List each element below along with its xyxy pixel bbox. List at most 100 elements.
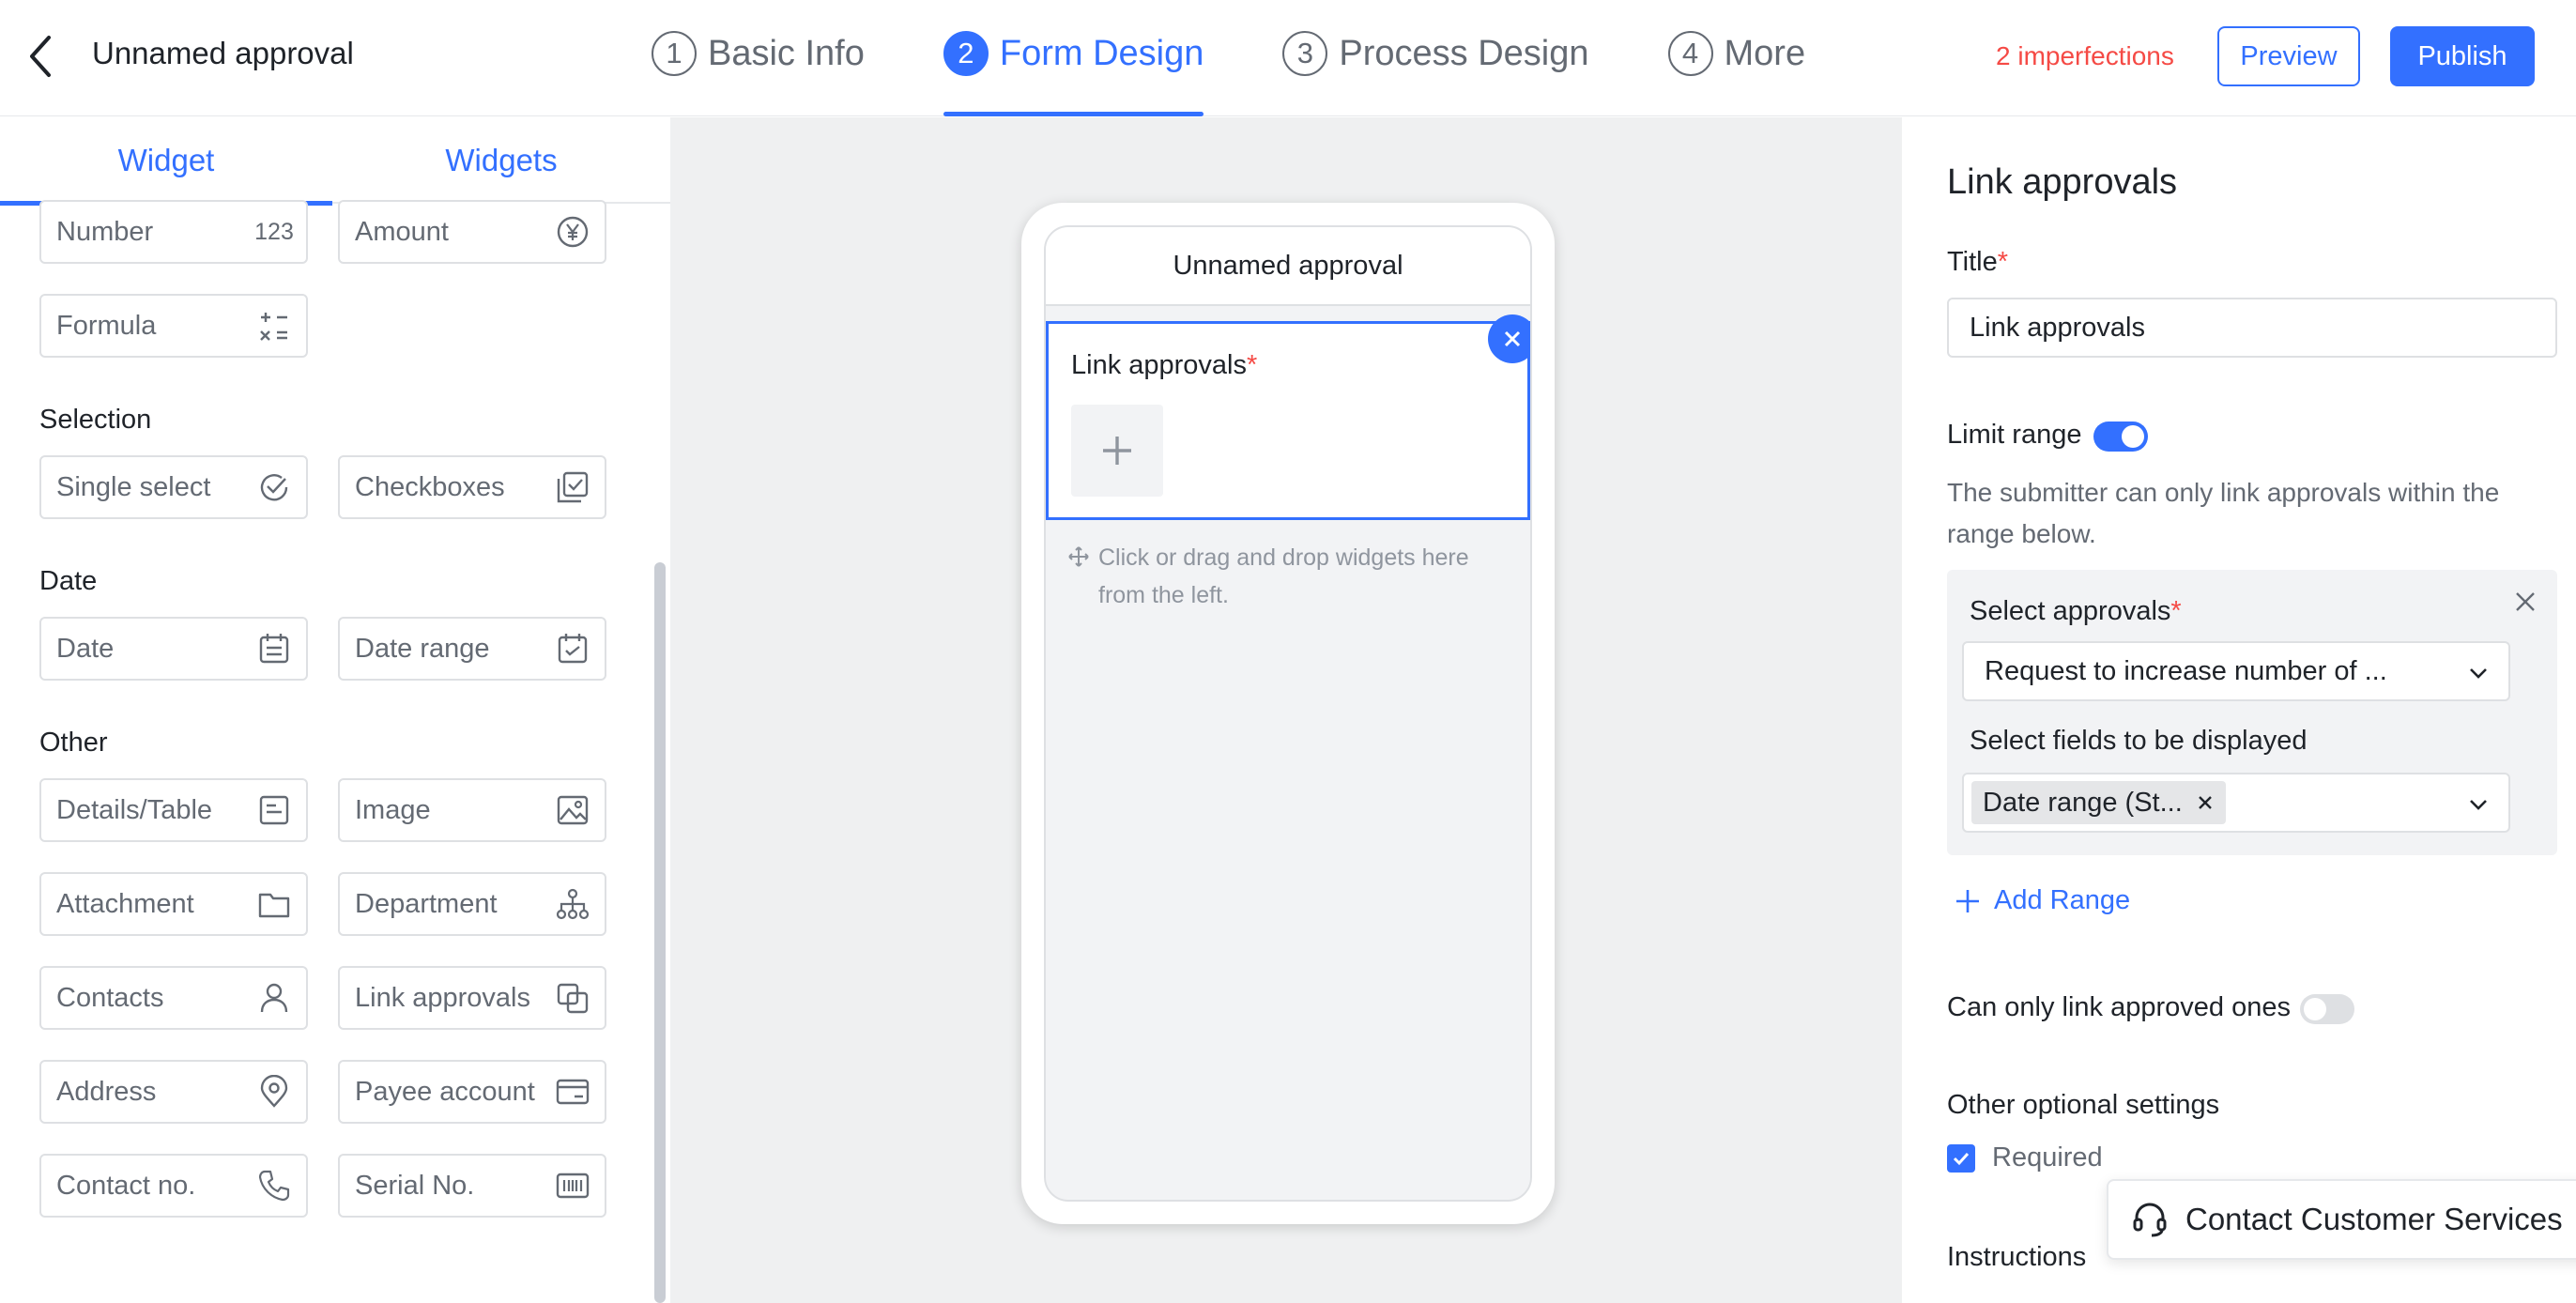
approval-title: Unnamed approval [92, 36, 354, 70]
limit-range-description: The submitter can only link approvals wi… [1947, 478, 2500, 548]
widget-label: Formula [56, 310, 157, 341]
widget-label: Address [56, 1076, 157, 1107]
widget-checkboxes[interactable]: Checkboxes [338, 455, 606, 519]
widget-payee-account[interactable]: Payee account [338, 1060, 606, 1124]
instructions-label: Instructions [1947, 1242, 2087, 1272]
widget-image[interactable]: Image [338, 778, 606, 842]
yen-coin-icon [556, 215, 590, 249]
add-link-button[interactable] [1071, 405, 1163, 497]
section-other: Other [39, 728, 108, 758]
preview-button[interactable]: Preview [2217, 26, 2360, 86]
check-circle-icon [257, 470, 291, 504]
only-approved-label: Can only link approved ones [1947, 992, 2291, 1022]
step-label: More [1724, 33, 1806, 73]
org-chart-icon [556, 887, 590, 921]
step-number: 4 [1667, 31, 1713, 76]
step-label: Basic Info [708, 33, 865, 73]
plus-icon [1955, 888, 1981, 914]
phone-screen: Unnamed approval Link approvals* Click o… [1044, 225, 1532, 1202]
contact-customer-services-button[interactable]: Contact Customer Services [2107, 1179, 2576, 1260]
widget-label: Single select [56, 471, 211, 502]
widget-label: Link approvals [355, 982, 530, 1013]
widget-contacts[interactable]: Contacts [39, 966, 308, 1030]
selected-field-link-approvals[interactable]: Link approvals* [1046, 314, 1530, 520]
drop-hint: Click or drag and drop widgets here from… [1068, 539, 1510, 614]
plus-icon [1103, 437, 1131, 465]
widget-date[interactable]: Date [39, 617, 308, 681]
close-icon [1504, 330, 1521, 347]
step-form-design[interactable]: 2 Form Design [943, 0, 1204, 116]
barcode-icon [556, 1169, 590, 1203]
person-icon [257, 981, 291, 1015]
remove-tag-icon[interactable] [2196, 793, 2215, 812]
widget-label: Amount [355, 216, 449, 247]
widget-panel: Widget Widgets Number 123 Amount Formula… [0, 117, 670, 1303]
step-process-design[interactable]: 3 Process Design [1282, 0, 1589, 116]
widget-single-select[interactable]: Single select [39, 455, 308, 519]
select-fields-dropdown[interactable]: Date range (St... [1962, 773, 2510, 833]
section-date: Date [39, 566, 98, 596]
checkboxes-icon [556, 470, 590, 504]
tab-widgets[interactable]: Widgets [332, 117, 670, 204]
headset-icon [2131, 1201, 2169, 1238]
widget-attachment[interactable]: Attachment [39, 872, 308, 936]
range-config-box: Select approvals* Request to increase nu… [1947, 570, 2557, 855]
calendar-icon [257, 632, 291, 666]
formula-icon [257, 309, 291, 343]
card-icon [556, 1075, 590, 1109]
select-approvals-label: Select approvals* [1970, 596, 2182, 626]
panel-heading: Link approvals [1947, 162, 2178, 202]
step-navigation: 1 Basic Info 2 Form Design 3 Process Des… [652, 0, 1884, 116]
widget-tabs: Widget Widgets [0, 117, 670, 206]
limit-range-label: Limit range [1947, 420, 2082, 450]
form-title: Unnamed approval [1046, 227, 1530, 306]
widget-department[interactable]: Department [338, 872, 606, 936]
widget-address[interactable]: Address [39, 1060, 308, 1124]
folder-icon [257, 887, 291, 921]
panel-scrollbar[interactable] [654, 562, 666, 1303]
number-icon: 123 [254, 218, 294, 245]
select-fields-label: Select fields to be displayed [1970, 726, 2308, 756]
widget-serial-no[interactable]: Serial No. [338, 1154, 606, 1218]
select-approvals-dropdown[interactable]: Request to increase number of ... [1962, 641, 2510, 701]
other-settings-label: Other optional settings [1947, 1090, 2220, 1120]
tab-widget[interactable]: Widget [0, 117, 332, 206]
title-input[interactable]: Link approvals [1947, 298, 2557, 358]
table-icon [257, 793, 291, 827]
property-panel: Link approvals Title* Link approvals Lim… [1902, 117, 2576, 1303]
widget-label: Contact no. [56, 1170, 196, 1201]
widget-formula[interactable]: Formula [39, 294, 308, 358]
section-selection: Selection [39, 405, 152, 435]
publish-button[interactable]: Publish [2390, 26, 2535, 86]
step-more[interactable]: 4 More [1667, 0, 1806, 116]
move-icon [1068, 546, 1089, 567]
delete-field-button[interactable] [1488, 314, 1530, 363]
step-number: 2 [943, 31, 989, 76]
step-number: 1 [652, 31, 697, 76]
imperfections-link[interactable]: 2 imperfections [1996, 41, 2174, 71]
location-pin-icon [257, 1075, 291, 1109]
phone-preview: Unnamed approval Link approvals* Click o… [1021, 203, 1555, 1224]
required-checkbox[interactable] [1947, 1144, 1975, 1173]
widget-date-range[interactable]: Date range [338, 617, 606, 681]
widget-label: Payee account [355, 1076, 535, 1107]
add-range-button[interactable]: Add Range [1955, 885, 2130, 916]
title-label: Title* [1947, 247, 2009, 277]
calendar-range-icon [556, 632, 590, 666]
back-arrow-icon[interactable] [23, 32, 60, 81]
widget-number[interactable]: Number 123 [39, 200, 308, 264]
widget-amount[interactable]: Amount [338, 200, 606, 264]
remove-range-icon[interactable] [2514, 590, 2537, 613]
step-basic-info[interactable]: 1 Basic Info [652, 0, 865, 116]
check-icon [1953, 1152, 1970, 1166]
widget-link-approvals[interactable]: Link approvals [338, 966, 606, 1030]
only-approved-toggle[interactable] [2300, 994, 2354, 1024]
widget-label: Contacts [56, 982, 164, 1013]
chevron-down-icon [2467, 662, 2490, 684]
widget-label: Department [355, 888, 498, 919]
limit-range-toggle[interactable] [2093, 422, 2148, 452]
form-canvas: Unnamed approval Link approvals* Click o… [670, 117, 1902, 1303]
widget-contact-no[interactable]: Contact no. [39, 1154, 308, 1218]
widget-details-table[interactable]: Details/Table [39, 778, 308, 842]
step-label: Form Design [999, 33, 1204, 73]
